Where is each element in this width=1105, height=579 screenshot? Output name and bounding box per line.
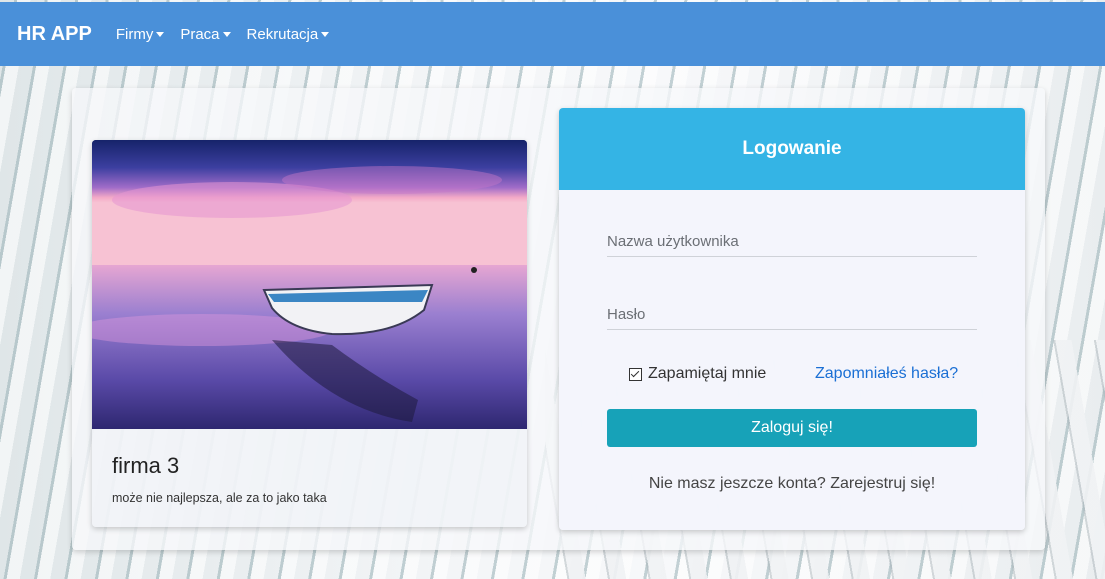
nav-item-firmy[interactable]: Firmy [116,26,165,43]
navbar: HR APP Firmy Praca Rekrutacja [0,2,1105,66]
company-image [92,140,527,429]
username-input[interactable] [607,226,977,257]
company-title: firma 3 [112,453,180,478]
company-card[interactable]: firma 3 może nie najlepsza, ale za to ja… [92,140,527,527]
company-subtitle: może nie najlepsza, ale za to jako taka [112,491,327,505]
nav-item-label: Praca [180,25,220,43]
caret-down-icon [222,31,231,37]
remember-me[interactable]: Zapamiętaj mnie [629,365,766,383]
login-button[interactable]: Zaloguj się! [607,409,977,447]
password-input[interactable] [607,299,977,330]
nav-item-label: Rekrutacja [246,25,319,43]
login-card: Logowanie Zapamiętaj mnie Zapomniałeś ha… [559,108,1025,530]
brand-logo[interactable]: HR APP [17,23,92,46]
nav-item-rekrutacja[interactable]: Rekrutacja [247,26,330,43]
login-header: Logowanie [559,108,1025,190]
caret-down-icon [321,31,330,37]
remember-me-checkbox[interactable] [629,367,642,381]
nav-item-label: Firmy [115,25,154,43]
forgot-password-link[interactable]: Zapomniałeś hasła? [815,365,958,383]
remember-me-label: Zapamiętaj mnie [648,365,767,382]
register-link[interactable]: Nie masz jeszcze konta? Zarejestruj się! [559,475,1025,493]
nav-item-praca[interactable]: Praca [180,25,231,43]
boat-lake-illustration [92,140,527,429]
caret-down-icon [156,31,165,37]
